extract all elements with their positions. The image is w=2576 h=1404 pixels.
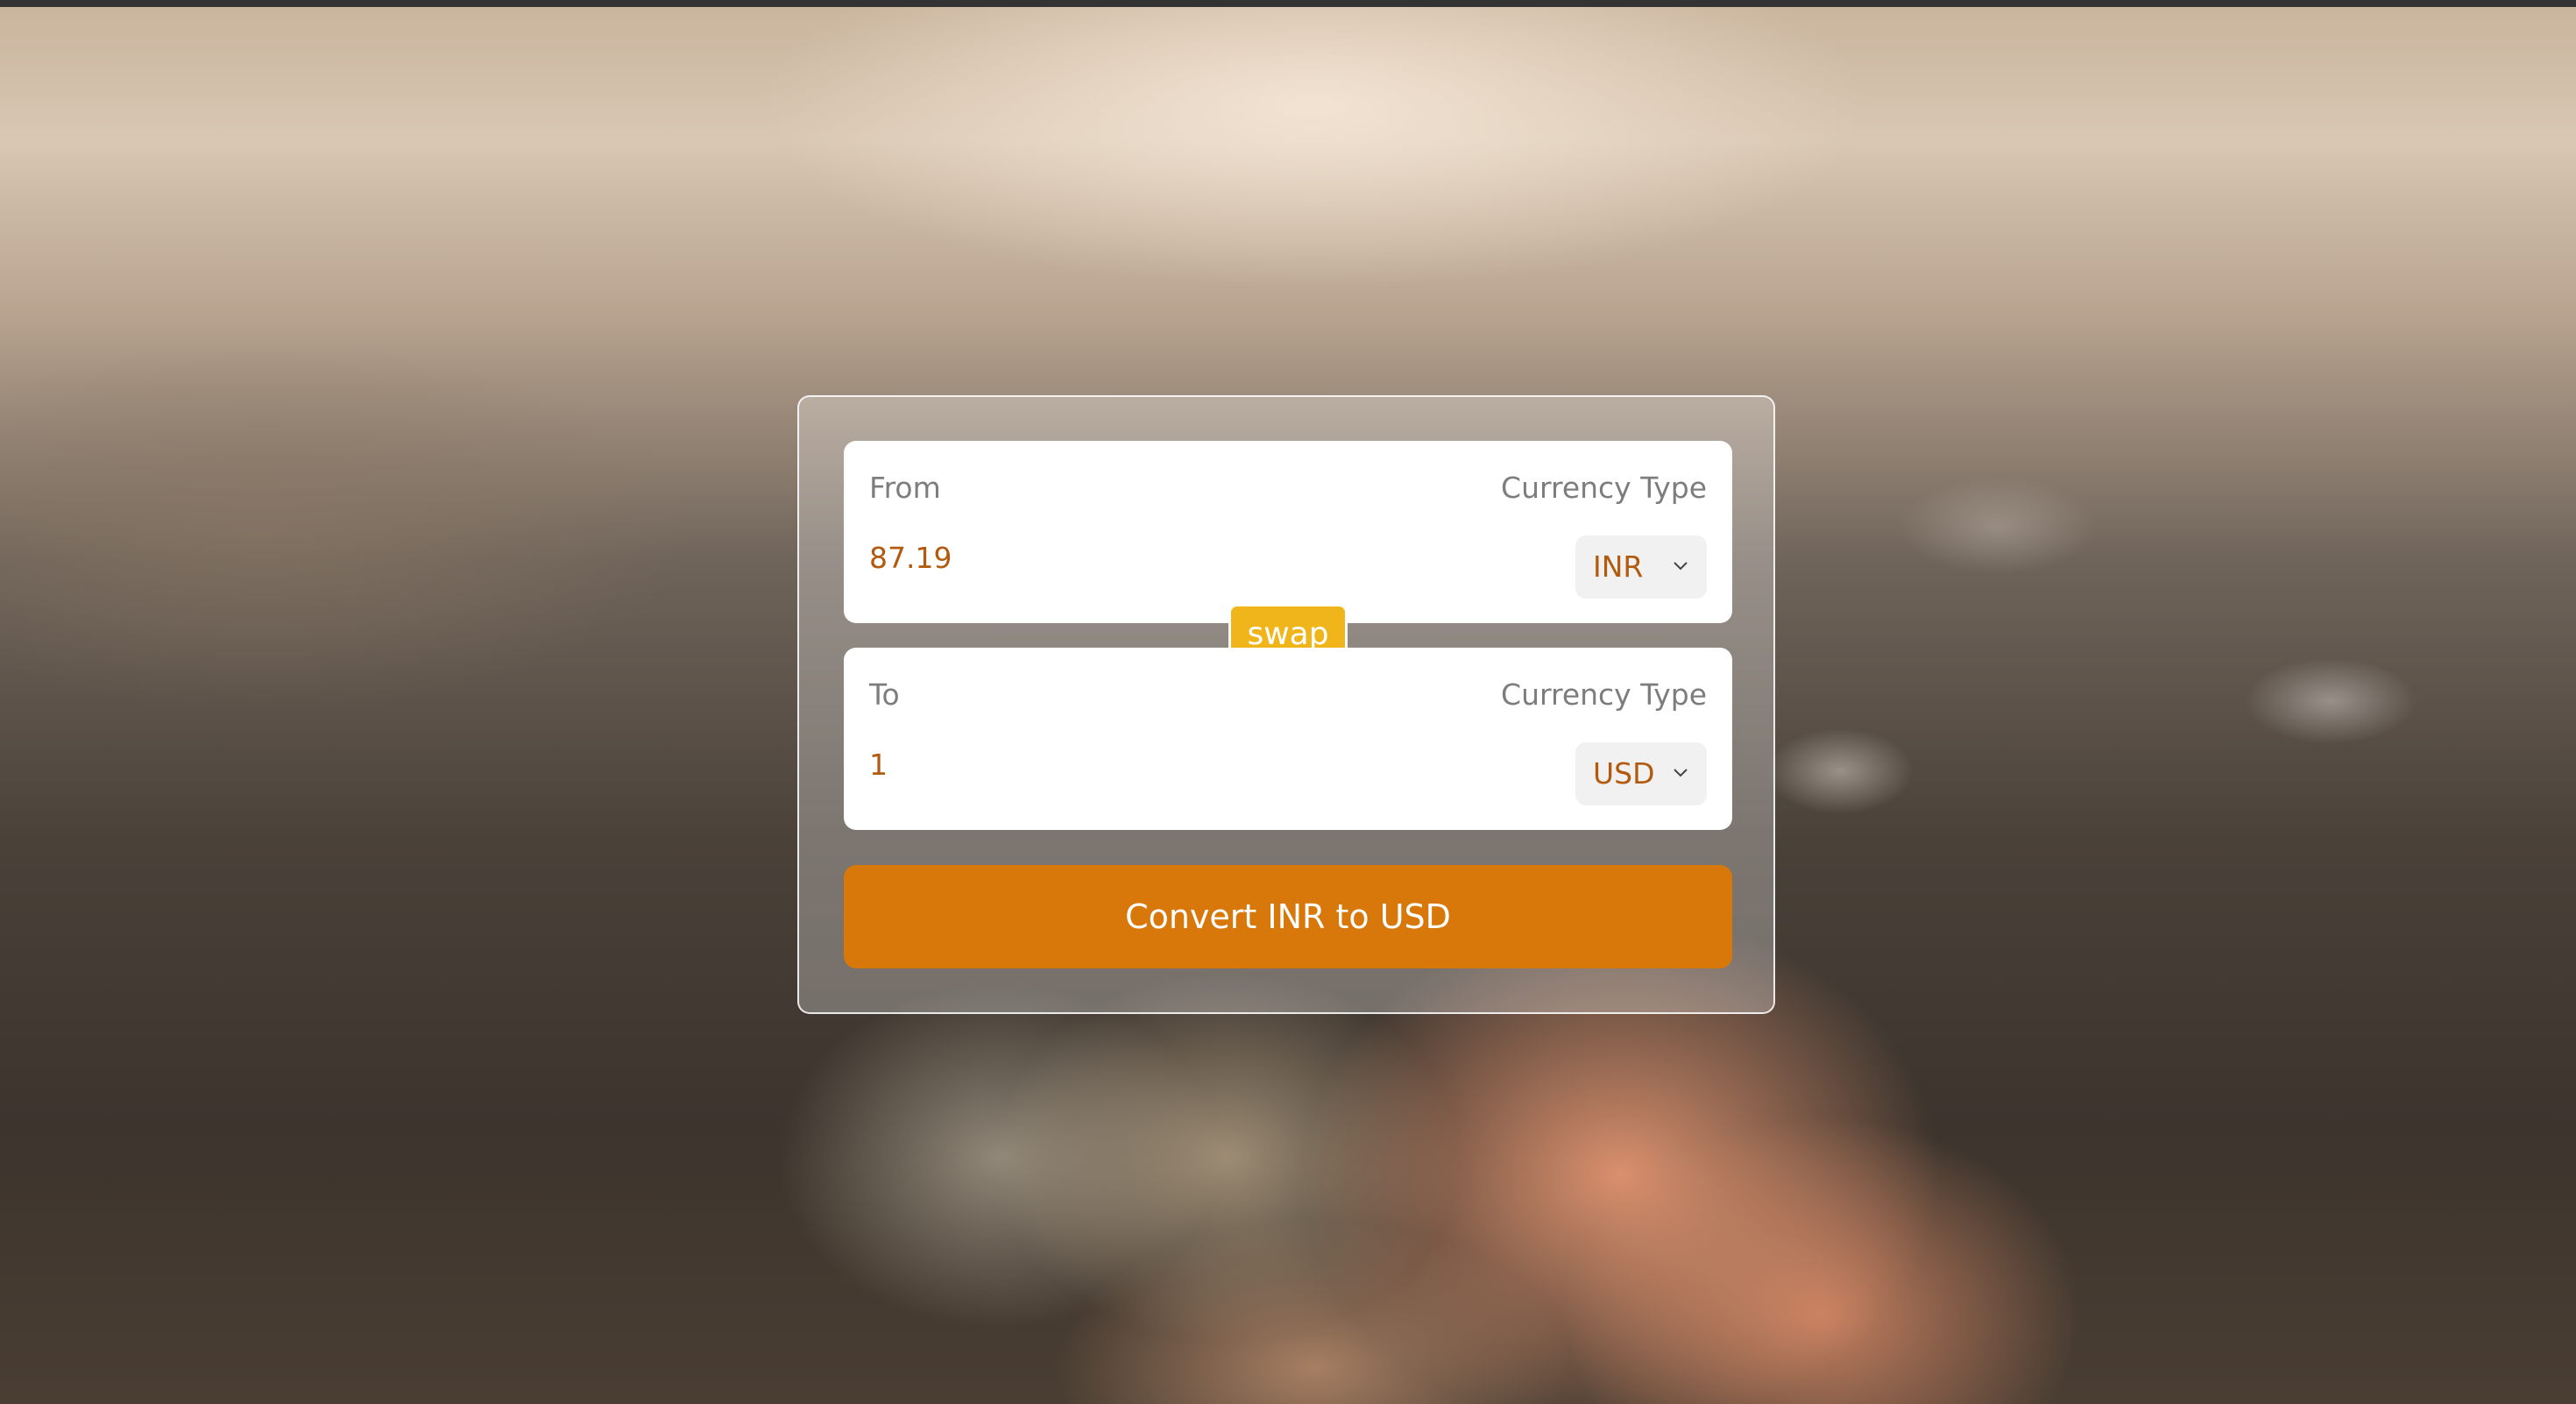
from-currency-type-label: Currency Type — [1501, 471, 1707, 505]
from-label: From — [869, 471, 941, 505]
from-currency-select[interactable]: INR — [1575, 535, 1707, 599]
to-amount-input[interactable] — [869, 742, 1483, 786]
to-label: To — [869, 677, 900, 712]
to-currency-type-label: Currency Type — [1501, 677, 1707, 712]
chevron-down-icon — [1674, 562, 1688, 571]
from-panel: From Currency Type INR — [844, 441, 1732, 623]
to-currency-value: USD — [1593, 756, 1655, 791]
to-currency-select[interactable]: USD — [1575, 742, 1707, 805]
convert-button[interactable]: Convert INR to USD — [844, 865, 1732, 968]
from-amount-input[interactable] — [869, 535, 1483, 579]
browser-top-edge — [0, 0, 2576, 7]
from-currency-value: INR — [1593, 550, 1644, 584]
converter-card: From Currency Type INR swap To Currency … — [797, 395, 1775, 1014]
to-panel: To Currency Type USD — [844, 648, 1732, 830]
chevron-down-icon — [1674, 769, 1688, 777]
